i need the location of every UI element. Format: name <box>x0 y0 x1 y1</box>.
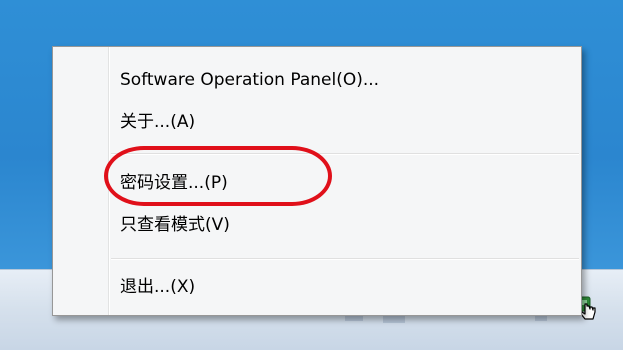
menu-item-label: 只查看模式(V) <box>120 215 230 235</box>
menu-item-software-operation-panel[interactable]: Software Operation Panel(O)... <box>120 65 379 95</box>
menu-item-label: 关于...(A) <box>120 112 196 132</box>
highlight-ellipse <box>104 146 332 206</box>
menu-separator <box>111 258 579 260</box>
menu-item-label: 退出...(X) <box>120 277 196 297</box>
menu-item-about[interactable]: 关于...(A) <box>120 107 195 137</box>
menu-item-exit[interactable]: 退出...(X) <box>120 272 195 302</box>
menu-item-view-only-mode[interactable]: 只查看模式(V) <box>120 210 230 240</box>
menu-item-label: Software Operation Panel(O)... <box>120 70 380 90</box>
